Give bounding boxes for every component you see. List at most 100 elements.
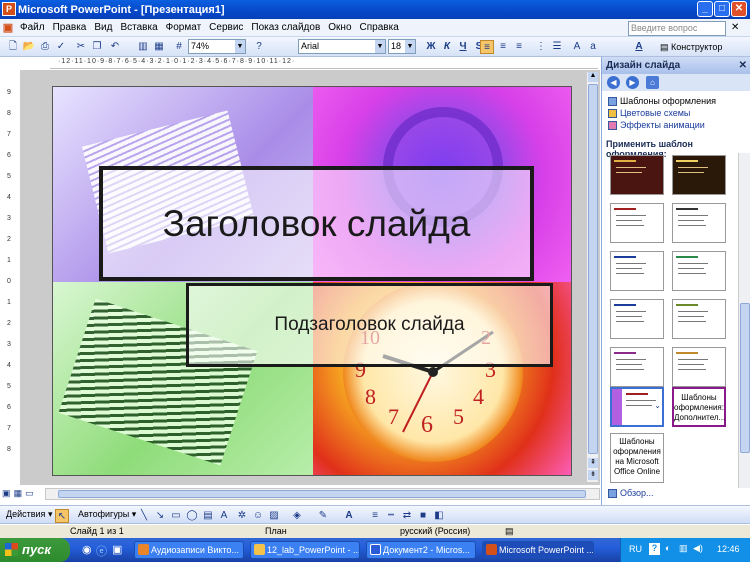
task-pane-scrollbar[interactable] — [738, 153, 750, 488]
template-thumbnail[interactable] — [610, 155, 664, 195]
new-icon[interactable]: 🗋 — [6, 40, 20, 54]
normal-view-icon[interactable]: ▣ — [2, 488, 11, 498]
template-thumbnail[interactable] — [672, 299, 726, 339]
menu-format[interactable]: Формат — [162, 22, 206, 33]
font-size-select[interactable]: 18 ▼ — [388, 39, 416, 54]
online-templates-thumbnail[interactable]: Шаблоны оформления на Microsoft Office O… — [610, 433, 664, 483]
undo-icon[interactable]: ↶ — [108, 40, 122, 54]
taskbar-button-active[interactable]: Microsoft PowerPoint ... — [482, 541, 594, 559]
table-icon[interactable]: ▦ — [152, 40, 166, 54]
forward-icon[interactable]: ▶ — [626, 76, 639, 89]
template-thumbnail[interactable] — [672, 251, 726, 291]
template-thumbnail[interactable] — [610, 299, 664, 339]
underline-button[interactable]: Ч — [456, 40, 470, 54]
start-button[interactable]: пуск — [0, 538, 70, 562]
bullets-icon[interactable]: ☰ — [550, 40, 564, 54]
slide-subtitle[interactable]: Подзаголовок слайда — [274, 314, 464, 336]
shadow-icon[interactable]: ■ — [416, 509, 430, 523]
template-thumbnail[interactable] — [672, 155, 726, 195]
close-icon[interactable]: ✕ — [739, 57, 747, 74]
oval-icon[interactable]: ◯ — [185, 509, 199, 523]
menu-edit[interactable]: Правка — [49, 22, 91, 33]
taskbar-button[interactable]: Аудиозаписи Викто... — [134, 541, 244, 559]
template-thumbnail[interactable] — [610, 203, 664, 243]
help-icon[interactable]: ? — [252, 40, 266, 54]
align-left-icon[interactable]: ≡ — [480, 40, 494, 54]
template-thumbnail[interactable] — [610, 251, 664, 291]
open-icon[interactable]: 📂 — [22, 40, 36, 54]
copy-icon[interactable]: ❐ — [90, 40, 104, 54]
line-color-icon[interactable]: ✎ — [316, 509, 330, 523]
fill-color-icon[interactable]: ◈ — [290, 509, 304, 523]
font-color-icon[interactable]: A — [632, 40, 646, 54]
slide-canvas[interactable]: 10 2 9 3 8 4 7 6 5 Заголовок слайда Подз… — [20, 70, 600, 485]
antivirus-icon[interactable]: ◐ — [665, 543, 670, 553]
slide[interactable]: 10 2 9 3 8 4 7 6 5 Заголовок слайда Подз… — [52, 86, 572, 476]
increase-font-icon[interactable]: A — [570, 40, 584, 54]
picture-icon[interactable]: ▨ — [267, 509, 281, 523]
doc-icon[interactable]: ▣ — [0, 21, 16, 34]
numbering-icon[interactable]: ⋮ — [534, 40, 548, 54]
clock[interactable]: 12:46 — [717, 544, 740, 554]
actions-menu[interactable]: Действия ▾ — [6, 509, 52, 520]
taskbar-button[interactable]: Документ2 - Micros... — [366, 541, 476, 559]
scroll-thumb[interactable] — [588, 84, 598, 454]
autoshapes-menu[interactable]: Автофигуры ▾ — [78, 509, 136, 520]
link-design-templates[interactable]: Шаблоны оформления — [608, 96, 716, 106]
menu-window[interactable]: Окно — [324, 22, 355, 33]
close-button[interactable]: ✕ — [731, 1, 747, 17]
arrow-icon[interactable]: ↘ — [153, 509, 167, 523]
grid-icon[interactable]: # — [172, 40, 186, 54]
line-icon[interactable]: ╲ — [137, 509, 151, 523]
sorter-view-icon[interactable]: ▦ — [14, 488, 23, 498]
decrease-font-icon[interactable]: a — [586, 40, 600, 54]
diagram-icon[interactable]: ✲ — [235, 509, 249, 523]
ie-icon[interactable]: ⓔ — [96, 543, 107, 559]
taskbar-button[interactable]: 12_lab_PowerPoint - ... — [250, 541, 360, 559]
next-slide-icon[interactable]: ⇟ — [588, 470, 598, 480]
menu-file[interactable]: Файл — [16, 22, 49, 33]
hscroll-thumb[interactable] — [58, 490, 586, 498]
zoom-select[interactable]: 74% ▼ — [188, 39, 246, 54]
italic-button[interactable]: К — [440, 40, 454, 54]
maximize-button[interactable]: □ — [714, 1, 730, 17]
link-animation-schemes[interactable]: Эффекты анимации — [608, 120, 705, 130]
ask-question-input[interactable]: Введите вопрос — [628, 21, 726, 36]
menu-help[interactable]: Справка — [356, 22, 403, 33]
font-color-icon[interactable]: A — [342, 509, 356, 523]
network-icon[interactable]: ▥ — [679, 543, 688, 554]
select-pointer-icon[interactable]: ↖ — [55, 509, 69, 523]
browse-link[interactable]: Обзор... — [608, 488, 654, 498]
volume-icon[interactable]: ◀) — [693, 543, 703, 554]
align-right-icon[interactable]: ≡ — [512, 40, 526, 54]
task-pane-scroll-thumb[interactable] — [740, 303, 750, 453]
align-center-icon[interactable]: ≡ — [496, 40, 510, 54]
close-doc-icon[interactable]: ✕ — [731, 22, 739, 33]
line-style-icon[interactable]: ≡ — [368, 509, 382, 523]
language-indicator[interactable]: RU — [629, 544, 642, 554]
link-color-schemes[interactable]: Цветовые схемы — [608, 108, 690, 118]
vertical-scrollbar[interactable]: ▲ ⇞ ⇟ — [586, 72, 598, 482]
desktop-icon[interactable]: ▣ — [112, 543, 122, 556]
rectangle-icon[interactable]: ▭ — [169, 509, 183, 523]
print-icon[interactable]: ⎙ — [38, 40, 52, 54]
design-button[interactable]: ▤ Конструктор — [660, 40, 728, 54]
chart-icon[interactable]: ▥ — [136, 40, 150, 54]
cut-icon[interactable]: ✂ — [74, 40, 88, 54]
menu-slideshow[interactable]: Показ слайдов — [247, 22, 324, 33]
textbox-icon[interactable]: ▤ — [201, 509, 215, 523]
template-thumbnail[interactable] — [672, 203, 726, 243]
wordart-icon[interactable]: A — [217, 509, 231, 523]
scroll-up-icon[interactable]: ▲ — [588, 72, 598, 82]
bold-button[interactable]: Ж — [424, 40, 438, 54]
menu-insert[interactable]: Вставка — [116, 22, 161, 33]
chevron-down-icon[interactable]: ⌄ — [654, 401, 661, 410]
more-templates-thumbnail[interactable]: Шаблоны оформления: Дополнител... — [672, 387, 726, 427]
prev-slide-icon[interactable]: ⇞ — [588, 458, 598, 468]
menu-view[interactable]: Вид — [90, 22, 116, 33]
minimize-button[interactable]: _ — [697, 1, 713, 17]
help-icon[interactable]: ? — [649, 543, 660, 555]
title-placeholder[interactable]: Заголовок слайда — [99, 166, 534, 281]
show-desktop-icon[interactable]: ◉ — [82, 543, 92, 556]
template-thumbnail-selected[interactable]: ⌄ — [610, 387, 664, 427]
